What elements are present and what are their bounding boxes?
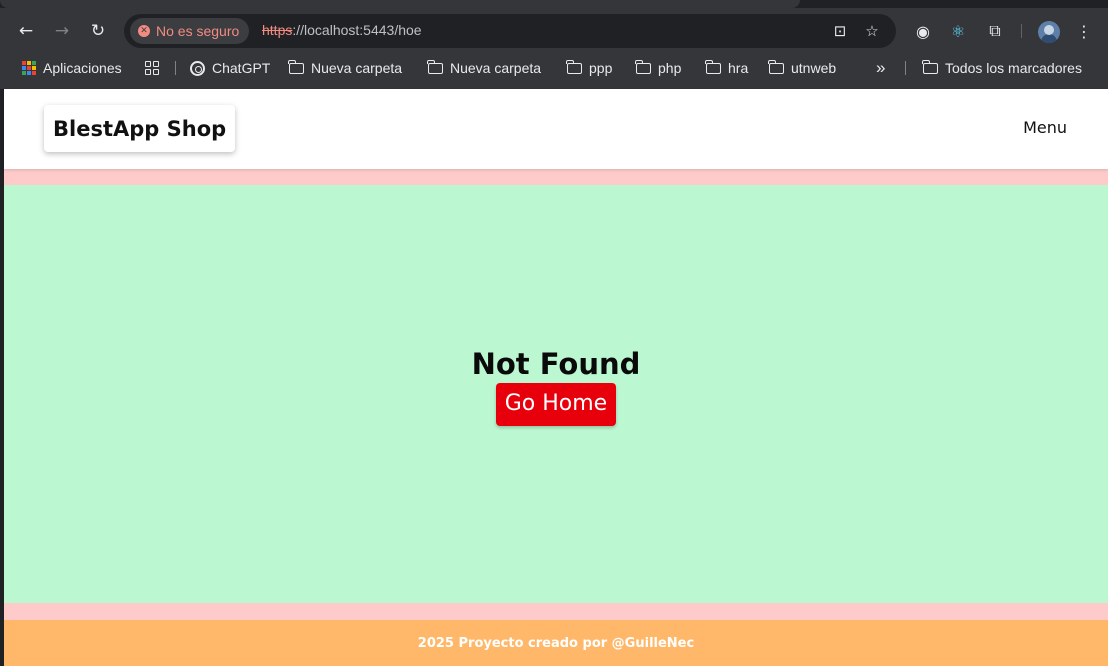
brand-logo[interactable]: BlestApp Shop xyxy=(44,105,236,152)
site-navbar: BlestApp Shop Menu xyxy=(4,89,1108,169)
bookmarks-overflow-button[interactable]: » xyxy=(876,56,885,80)
star-icon[interactable]: ☆ xyxy=(862,21,882,41)
active-tab-edge[interactable] xyxy=(0,0,800,8)
arrow-left-icon: ← xyxy=(18,21,34,41)
url-text[interactable]: https://localhost:5443/hoe xyxy=(262,22,422,38)
bookmark-folder-hra[interactable]: hra xyxy=(705,56,749,80)
toolbar-separator xyxy=(1021,24,1022,38)
grid-icon xyxy=(145,61,159,75)
avatar[interactable] xyxy=(1038,21,1060,43)
extension-target-icon[interactable]: ◉ xyxy=(912,20,934,42)
kebab-icon[interactable]: ⋮ xyxy=(1073,20,1095,42)
bookmark-label: utnweb xyxy=(791,60,837,76)
folder-icon xyxy=(288,59,304,74)
bookmark-folder-nueva-carpeta-2[interactable]: Nueva carpeta xyxy=(427,56,542,80)
bookmark-folder-utnweb[interactable]: utnweb xyxy=(768,56,837,80)
reload-icon: ↻ xyxy=(90,21,106,41)
arrow-right-icon: → xyxy=(54,21,70,41)
bookmark-folder-php[interactable]: php xyxy=(635,56,682,80)
translate-icon[interactable]: ⊡ xyxy=(830,21,850,41)
bookmark-folder-nueva-carpeta[interactable]: Nueva carpeta xyxy=(288,56,403,80)
folder-icon xyxy=(566,59,582,74)
bookmarks-separator xyxy=(175,61,176,75)
bookmark-apps[interactable]: Aplicaciones xyxy=(22,56,122,80)
url-rest: ://localhost:5443/hoe xyxy=(292,22,422,38)
bookmark-label: php xyxy=(658,60,682,76)
bookmark-all-bookmarks[interactable]: Todos los marcadores xyxy=(922,56,1082,80)
folder-icon xyxy=(427,59,443,74)
bookmark-label: Todos los marcadores xyxy=(945,60,1082,76)
bookmark-label: Nueva carpeta xyxy=(311,60,403,76)
bookmark-label: Nueva carpeta xyxy=(450,60,542,76)
browser-toolbar: ← → ↻ ✕ No es seguro https://localhost:5… xyxy=(0,12,1108,50)
go-home-button[interactable]: Go Home xyxy=(495,383,617,426)
not-secure-icon: ✕ xyxy=(138,25,150,37)
footer-text: 2025 Proyecto creado por @GuilleNec xyxy=(417,635,695,651)
bookmark-label: hra xyxy=(728,60,749,76)
page-viewport: BlestApp Shop Menu Not Found Go Home 202… xyxy=(4,89,1108,666)
puzzle-icon[interactable]: ⧉ xyxy=(984,20,1006,42)
back-button[interactable]: ← xyxy=(13,18,39,44)
folder-icon xyxy=(635,59,651,74)
folder-icon xyxy=(768,59,784,74)
tab-groups-button[interactable] xyxy=(145,56,159,80)
not-found-title: Not Found xyxy=(471,347,641,382)
not-found-section: Not Found Go Home xyxy=(4,185,1108,603)
chatgpt-icon xyxy=(190,60,205,76)
security-label: No es seguro xyxy=(156,23,240,39)
bookmark-chatgpt[interactable]: ChatGPT xyxy=(190,56,270,80)
bookmark-label: ppp xyxy=(589,60,613,76)
bookmark-label: Aplicaciones xyxy=(43,60,122,76)
tab-strip xyxy=(0,0,1108,8)
security-chip[interactable]: ✕ No es seguro xyxy=(130,18,250,44)
address-bar[interactable]: ✕ No es seguro https://localhost:5443/ho… xyxy=(124,14,896,48)
bookmarks-separator xyxy=(905,61,906,75)
folder-icon xyxy=(922,59,938,74)
apps-grid-icon xyxy=(22,61,36,75)
site-footer: 2025 Proyecto creado por @GuilleNec xyxy=(4,620,1108,666)
bookmark-label: ChatGPT xyxy=(212,60,271,76)
reload-button[interactable]: ↻ xyxy=(85,18,111,44)
folder-icon xyxy=(705,59,721,74)
react-devtools-icon[interactable]: ⚛ xyxy=(947,20,969,42)
url-scheme: https xyxy=(262,22,293,38)
bookmarks-bar: Aplicaciones ChatGPT Nueva carpeta Nueva… xyxy=(0,56,1108,80)
menu-link[interactable]: Menu xyxy=(1023,118,1067,137)
bookmark-folder-ppp[interactable]: ppp xyxy=(566,56,613,80)
chevron-double-right-icon: » xyxy=(876,58,886,77)
browser-chrome: ← → ↻ ✕ No es seguro https://localhost:5… xyxy=(0,0,1108,89)
forward-button[interactable]: → xyxy=(49,18,75,44)
